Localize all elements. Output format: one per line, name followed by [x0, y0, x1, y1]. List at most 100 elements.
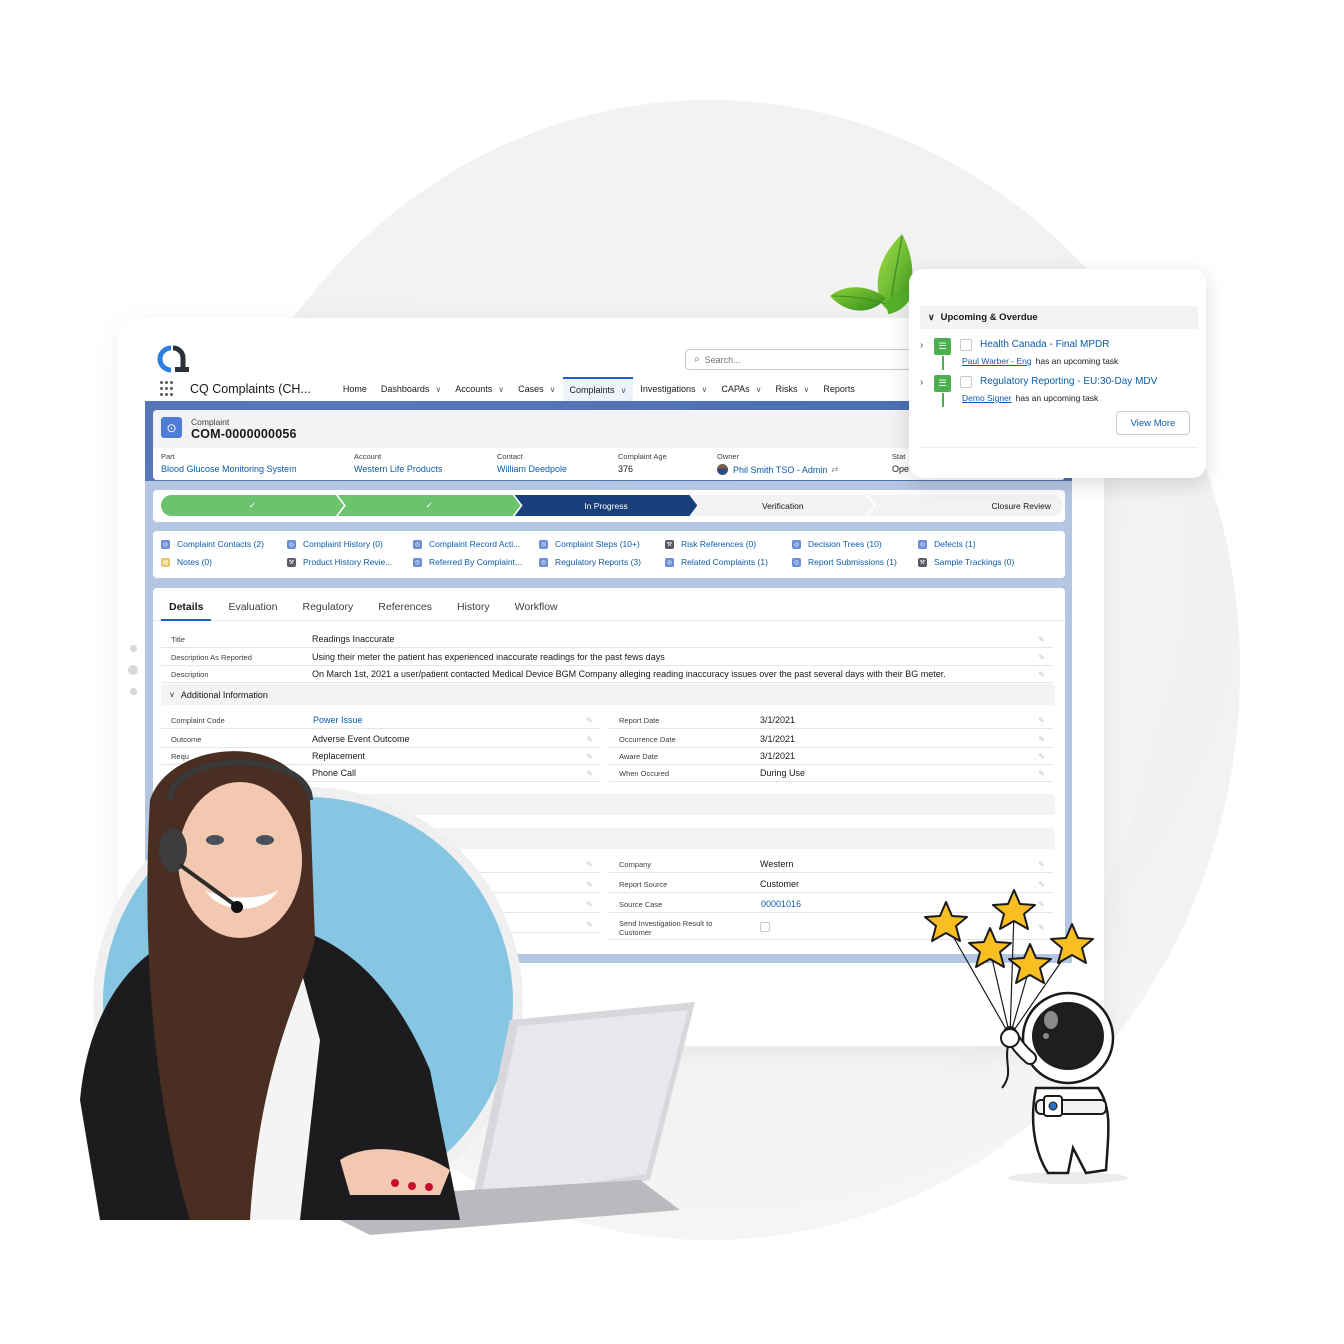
- carousel-dot[interactable]: [129, 688, 137, 695]
- related-link-regulatory-reports[interactable]: ◎ Regulatory Reports (3): [539, 557, 641, 567]
- carousel-dots: [128, 645, 138, 708]
- global-search[interactable]: ⌕: [685, 349, 925, 370]
- tab-history[interactable]: History: [449, 588, 498, 621]
- edit-pencil-icon[interactable]: ✎: [1038, 670, 1045, 679]
- path-step-completed[interactable]: ✓: [338, 495, 521, 516]
- task-title-link[interactable]: Regulatory Reporting - EU:30-Day MDV: [980, 376, 1157, 387]
- related-link-label: Decision Trees (10): [808, 539, 882, 549]
- section-additional-information[interactable]: ∨ Additional Information: [161, 684, 1055, 705]
- chevron-down-icon[interactable]: ∨: [701, 385, 707, 394]
- edit-pencil-icon[interactable]: ✎: [1038, 735, 1045, 744]
- chevron-down-icon: ∨: [928, 312, 935, 322]
- task-icon: ☰: [934, 338, 951, 355]
- related-link-label: Product History Revie...: [303, 557, 393, 567]
- complaint-code-link[interactable]: Power Issue: [313, 715, 363, 725]
- highlight-field-account: Account Western Life Products: [354, 452, 442, 474]
- tab-references[interactable]: References: [370, 588, 440, 621]
- path-step-closure-review[interactable]: Closure Review: [868, 495, 1063, 516]
- chevron-down-icon[interactable]: ∨: [756, 385, 762, 394]
- owner-link[interactable]: Phil Smith TSO - Admin: [733, 465, 827, 475]
- field-value: Using their meter the patient has experi…: [312, 652, 665, 662]
- related-link-defects[interactable]: ◎ Defects (1): [918, 539, 976, 549]
- edit-pencil-icon[interactable]: ✎: [586, 716, 593, 725]
- related-list-icon: ◎: [792, 539, 801, 549]
- field-row-report-date: Report Date 3/1/2021 ✎: [609, 712, 1053, 729]
- edit-pencil-icon[interactable]: ✎: [1038, 653, 1045, 662]
- related-link-report-submissions[interactable]: ◎ Report Submissions (1): [792, 557, 897, 567]
- nav-item-cases[interactable]: Cases ∨: [511, 377, 562, 401]
- carousel-dot[interactable]: [129, 645, 137, 652]
- chevron-down-icon[interactable]: ∨: [435, 385, 441, 394]
- field-row-description: Description On March 1st, 2021 a user/pa…: [161, 666, 1053, 683]
- part-link[interactable]: Blood Glucose Monitoring System: [161, 464, 297, 474]
- nav-item-complaints[interactable]: Complaints ∨: [562, 377, 634, 401]
- chevron-down-icon[interactable]: ∨: [550, 385, 556, 394]
- related-link-complaint-record-activity[interactable]: ◎ Complaint Record Acti...: [413, 539, 520, 549]
- chevron-down-icon[interactable]: ∨: [621, 386, 627, 395]
- chevron-down-icon[interactable]: ∨: [804, 385, 810, 394]
- related-list-icon: ◎: [539, 539, 548, 549]
- related-link-related-complaints[interactable]: ◎ Related Complaints (1): [665, 557, 768, 567]
- related-link-label: Related Complaints (1): [681, 557, 768, 567]
- related-link-complaint-history[interactable]: ◎ Complaint History (0): [287, 539, 383, 549]
- assignee-link[interactable]: Demo Signer: [962, 393, 1012, 403]
- edit-pencil-icon[interactable]: ✎: [1038, 752, 1045, 761]
- path-step-in-progress[interactable]: In Progress: [515, 495, 698, 516]
- field-label: Description: [171, 669, 209, 679]
- tab-workflow[interactable]: Workflow: [507, 588, 566, 621]
- task-title-link[interactable]: Health Canada - Final MPDR: [980, 339, 1110, 350]
- related-link-product-history-review[interactable]: ⚒ Product History Revie...: [287, 557, 392, 567]
- path-step-label: Closure Review: [991, 500, 1051, 511]
- related-link-risk-references[interactable]: ⚒ Risk References (0): [665, 539, 756, 549]
- tab-regulatory[interactable]: Regulatory: [294, 588, 361, 621]
- wrench-icon: ⚒: [665, 539, 674, 549]
- account-link[interactable]: Western Life Products: [354, 464, 442, 474]
- nav-item-risks[interactable]: Risks ∨: [769, 377, 817, 401]
- app-launcher-icon[interactable]: [160, 381, 176, 397]
- contact-link[interactable]: William Deedpole: [497, 464, 567, 474]
- carousel-dot[interactable]: [128, 665, 138, 675]
- related-link-referred-by-complaint[interactable]: ◎ Referred By Complaint...: [413, 557, 522, 567]
- tab-details[interactable]: Details: [161, 588, 212, 621]
- wrench-icon: ⚒: [918, 557, 927, 567]
- view-more-button[interactable]: View More: [1116, 411, 1190, 435]
- upcoming-overdue-header[interactable]: ∨ Upcoming & Overdue: [920, 306, 1198, 329]
- nav-item-dashboards[interactable]: Dashboards ∨: [374, 377, 448, 401]
- task-checkbox[interactable]: [960, 376, 972, 388]
- related-link-complaint-contacts[interactable]: ◎ Complaint Contacts (2): [161, 539, 264, 549]
- nav-item-investigations[interactable]: Investigations ∨: [633, 377, 714, 401]
- related-link-sample-trackings[interactable]: ⚒ Sample Trackings (0): [918, 557, 1014, 567]
- highlight-field-part: Part Blood Glucose Monitoring System: [161, 452, 297, 474]
- related-link-complaint-steps[interactable]: ◎ Complaint Steps (10+): [539, 539, 640, 549]
- edit-pencil-icon[interactable]: ✎: [1038, 769, 1045, 778]
- source-case-link[interactable]: 00001016: [761, 899, 801, 909]
- assignee-link[interactable]: Paul Warber - Eng: [962, 356, 1032, 366]
- chevron-down-icon: ∨: [169, 690, 175, 699]
- edit-pencil-icon[interactable]: ✎: [1038, 860, 1045, 869]
- related-link-notes[interactable]: ▤ Notes (0): [161, 557, 212, 567]
- edit-pencil-icon[interactable]: ✎: [1038, 716, 1045, 725]
- change-owner-icon[interactable]: ⇄: [831, 465, 838, 474]
- nav-bar: CQ Complaints (CH... Home Dashboards ∨ Ac…: [155, 377, 915, 401]
- path-step-verification[interactable]: Verification: [691, 495, 874, 516]
- chevron-right-icon[interactable]: ›: [920, 377, 923, 388]
- nav-item-reports[interactable]: Reports: [816, 377, 862, 401]
- nav-item-accounts[interactable]: Accounts ∨: [448, 377, 511, 401]
- task-checkbox[interactable]: [960, 339, 972, 351]
- task-status-text: has an upcoming task: [1015, 393, 1099, 403]
- related-list-icon: ◎: [161, 539, 170, 549]
- edit-pencil-icon[interactable]: ✎: [1038, 635, 1045, 644]
- astronaut-illustration: [924, 889, 1128, 1184]
- field-label: Account: [354, 452, 382, 461]
- chevron-right-icon[interactable]: ›: [920, 340, 923, 351]
- nav-label: Accounts: [455, 384, 493, 394]
- send-investigation-result-checkbox[interactable]: [760, 921, 770, 932]
- tab-evaluation[interactable]: Evaluation: [220, 588, 285, 621]
- nav-item-home[interactable]: Home: [336, 377, 374, 401]
- related-link-decision-trees[interactable]: ◎ Decision Trees (10): [792, 539, 882, 549]
- chevron-down-icon[interactable]: ∨: [498, 385, 504, 394]
- related-list-icon: ◎: [918, 539, 927, 549]
- nav-item-capas[interactable]: CAPAs ∨: [714, 377, 768, 401]
- search-input[interactable]: [704, 354, 885, 365]
- path-step-completed[interactable]: ✓: [161, 495, 344, 516]
